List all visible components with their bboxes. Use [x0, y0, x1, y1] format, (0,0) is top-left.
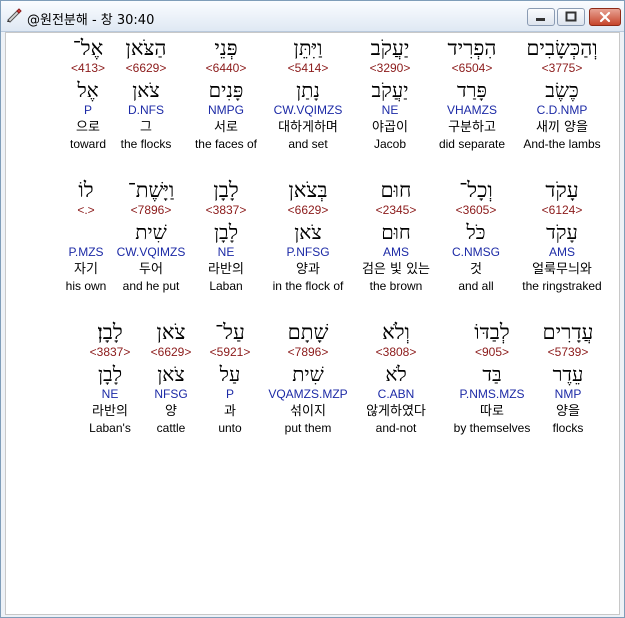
korean-gloss: 따로 [480, 404, 504, 419]
parsing-code: C.D.NMP [536, 103, 588, 117]
english-gloss: And-the lambs [523, 137, 601, 151]
hebrew-word: אֶל־ [72, 36, 104, 60]
english-gloss: Laban's [89, 421, 131, 435]
app-icon [6, 7, 22, 23]
root-word: כֶּשֶׂב [545, 78, 579, 102]
word-cell[interactable]: לָבָן׃ <3837> לָבָן NE 라반의 Laban's [58, 319, 162, 435]
minimize-button[interactable] [527, 8, 555, 26]
root-word: אֶל [77, 78, 99, 102]
close-icon [599, 11, 611, 23]
strong-number: <413> [70, 61, 106, 75]
parsing-code: P [83, 103, 92, 117]
strong-number: <.> [77, 203, 95, 217]
hebrew-word: לָבָן׃ [97, 320, 123, 344]
hebrew-word: לוֹ [78, 178, 94, 202]
hebrew-word: וְהַכְּשָׂבִים [526, 36, 598, 60]
hebrew-word: לְבַדּוֹ [474, 320, 510, 344]
parsing-code: P.NMS.MZS [459, 387, 525, 401]
strong-number: <3837> [89, 345, 131, 359]
close-button[interactable] [589, 8, 621, 26]
korean-gloss: 새끼 양을 [536, 120, 588, 135]
root-word: בַּד [482, 362, 502, 386]
word-cell[interactable]: לוֹ <.> P.MZS 자기 his own [34, 177, 138, 293]
interlinear-panel: וְהַכְּשָׂבִים <3775> כֶּשֶׂב C.D.NMP 새끼 양을 A… [5, 32, 620, 615]
korean-gloss: 으로 [76, 120, 100, 135]
word-cell[interactable]: וְהַכְּשָׂבִים <3775> כֶּשֶׂב C.D.NMP 새끼 양을 A… [510, 35, 614, 151]
strong-number: <905> [474, 345, 510, 359]
window-title: @원전분해 - 창 30:40 [27, 13, 155, 28]
main-window: @원전분해 - 창 30:40 וְהַכְּשָׂבִים <3775> כֶּש… [0, 0, 625, 618]
maximize-button[interactable] [557, 8, 585, 26]
root-word [34, 219, 138, 245]
english-gloss: by themselves [453, 421, 531, 435]
strong-number: <3775> [541, 61, 583, 75]
minimize-icon [536, 18, 545, 21]
korean-gloss: 자기 [74, 262, 98, 277]
word-cell[interactable]: אֶל־ <413> אֶל P 으로 toward [36, 35, 140, 151]
parsing-code: NE [101, 387, 119, 401]
english-gloss: his own [65, 279, 107, 293]
korean-gloss: 라반의 [92, 404, 128, 419]
english-gloss: toward [69, 137, 107, 151]
root-word: לָבָן [97, 362, 123, 386]
parsing-code: P.MZS [68, 245, 104, 259]
title-bar[interactable]: @원전분해 - 창 30:40 [1, 1, 624, 32]
maximize-icon [565, 11, 577, 22]
word-cell[interactable]: לְבַדּוֹ <905> בַּד P.NMS.MZS 따로 by themselve… [440, 319, 544, 435]
